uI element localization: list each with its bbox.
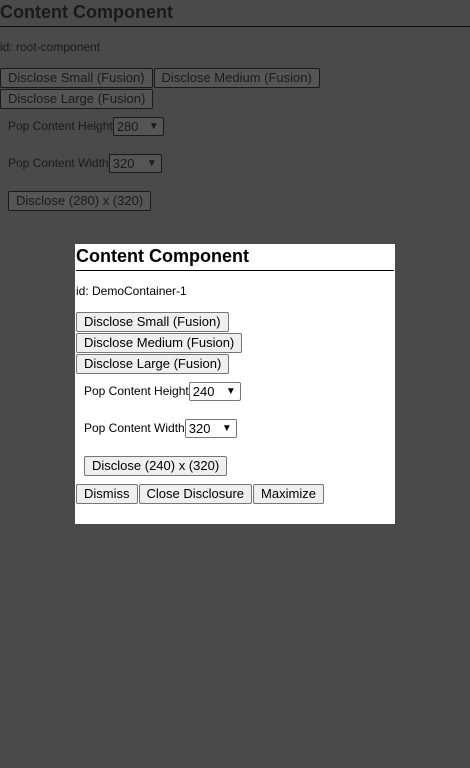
disclose-small-button[interactable]: Disclose Small (Fusion) — [0, 68, 153, 88]
modal-height-select-value: 240 — [192, 384, 215, 399]
height-label: Pop Content Height — [8, 119, 113, 133]
height-field: Pop Content Height 280 ▼ — [8, 117, 470, 136]
modal-disclose-button-group: Disclose Small (Fusion) — [76, 312, 395, 332]
modal-width-select-value: 320 — [188, 421, 211, 436]
width-select[interactable]: 320 ▼ — [108, 154, 162, 173]
modal-disclose-custom-button[interactable]: Disclose (240) x (320) — [84, 456, 228, 476]
modal-component-id: id: DemoContainer-1 — [76, 284, 187, 298]
disclose-large-button[interactable]: Disclose Large (Fusion) — [0, 89, 154, 109]
modal-disclose-medium-button[interactable]: Disclose Medium (Fusion) — [76, 333, 243, 353]
height-select-value: 280 — [116, 119, 139, 134]
modal-action-bar: Dismiss Close Disclosure Maximize — [76, 484, 395, 504]
chevron-down-icon: ▼ — [148, 121, 159, 132]
width-select-value: 320 — [112, 156, 135, 171]
page-title: Content Component — [0, 0, 470, 27]
modal-width-label: Pop Content Width — [84, 421, 185, 435]
custom-disclose-row: Disclose (280) x (320) — [8, 191, 470, 211]
dismiss-button[interactable]: Dismiss — [76, 484, 138, 504]
modal-custom-disclose-row: Disclose (240) x (320) — [84, 456, 395, 476]
height-select[interactable]: 280 ▼ — [112, 117, 164, 136]
maximize-button[interactable]: Maximize — [253, 484, 324, 504]
disclose-custom-button[interactable]: Disclose (280) x (320) — [8, 191, 152, 211]
modal-height-field: Pop Content Height 240 ▼ — [84, 382, 395, 401]
disclosure-modal: Content Component id: DemoContainer-1 Di… — [75, 244, 395, 524]
modal-disclose-large-button[interactable]: Disclose Large (Fusion) — [76, 354, 230, 374]
disclose-button-group-row2: Disclose Large (Fusion) — [0, 89, 470, 109]
component-id: id: root-component — [0, 40, 101, 54]
close-disclosure-button[interactable]: Close Disclosure — [138, 484, 253, 504]
modal-disclose-small-button[interactable]: Disclose Small (Fusion) — [76, 312, 229, 332]
modal-height-select[interactable]: 240 ▼ — [188, 382, 241, 401]
root-component: Content Component id: root-component Dis… — [0, 0, 470, 211]
modal-title: Content Component — [76, 244, 394, 271]
chevron-down-icon: ▼ — [146, 158, 157, 169]
modal-disclose-button-group-row3: Disclose Large (Fusion) — [76, 354, 395, 374]
width-field: Pop Content Width 320 ▼ — [8, 154, 470, 173]
modal-disclose-button-group-row2: Disclose Medium (Fusion) — [76, 333, 395, 353]
modal-height-label: Pop Content Height — [84, 384, 189, 398]
disclose-button-group: Disclose Small (Fusion) Disclose Medium (… — [0, 68, 470, 88]
disclose-medium-button[interactable]: Disclose Medium (Fusion) — [153, 68, 320, 88]
chevron-down-icon: ▼ — [221, 423, 232, 434]
chevron-down-icon: ▼ — [225, 386, 236, 397]
modal-width-select[interactable]: 320 ▼ — [184, 419, 237, 438]
modal-width-field: Pop Content Width 320 ▼ — [84, 419, 395, 438]
width-label: Pop Content Width — [8, 156, 109, 170]
